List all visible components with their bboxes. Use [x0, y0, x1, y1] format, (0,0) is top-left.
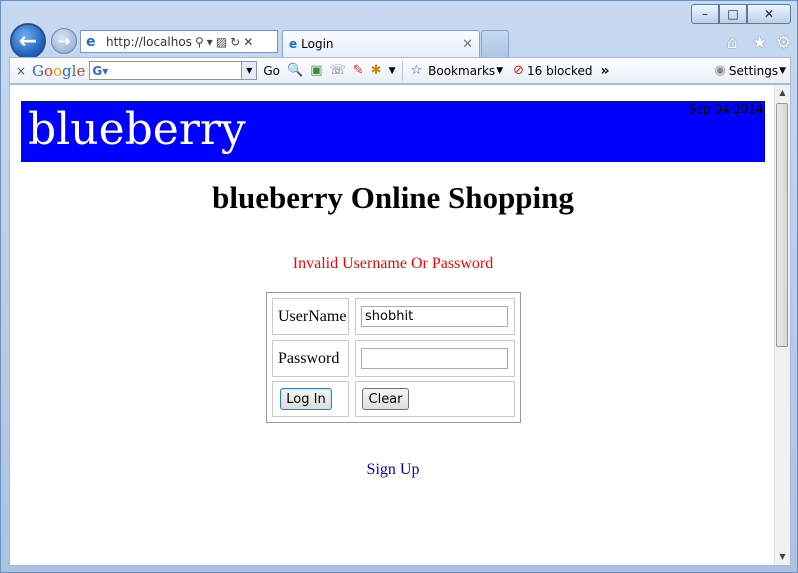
- password-input[interactable]: [361, 348, 508, 369]
- signup-link-text[interactable]: Sign Up: [367, 461, 420, 478]
- ie-page-icon: e: [86, 33, 96, 50]
- site-header-banner: blueberry Sep 04 2014: [21, 101, 765, 162]
- go-button[interactable]: Go: [263, 64, 280, 78]
- toolbar-close-icon[interactable]: ×: [10, 64, 32, 78]
- password-label-cell: Password: [272, 340, 349, 377]
- chevron-down-icon[interactable]: ▼: [389, 66, 396, 76]
- tools-gear-icon[interactable]: ⚙: [776, 33, 791, 53]
- chevron-down-icon[interactable]: ▼: [241, 62, 257, 79]
- page-viewport: blueberry Sep 04 2014 blueberry Online S…: [9, 84, 791, 566]
- tab-title: Login: [301, 37, 334, 51]
- forward-button[interactable]: →: [51, 28, 77, 54]
- favorites-star-icon[interactable]: ★: [752, 33, 767, 53]
- new-tab-button[interactable]: [481, 30, 509, 57]
- settings-icon: ◉: [714, 63, 726, 78]
- back-arrow-icon: ←: [18, 28, 38, 54]
- password-input-cell: [355, 340, 515, 377]
- bookmark-star-icon[interactable]: ☆: [410, 63, 422, 78]
- error-message: Invalid Username Or Password: [292, 255, 494, 272]
- header-date: Sep 04 2014: [688, 101, 763, 117]
- google-g-icon: G▾: [92, 63, 109, 78]
- password-label: Password: [278, 349, 340, 367]
- home-icon[interactable]: ⌂: [727, 33, 738, 53]
- more-tools-button[interactable]: »: [601, 63, 610, 79]
- login-button[interactable]: Log In: [280, 388, 332, 410]
- google-search-input[interactable]: G▾ ▼: [89, 61, 258, 80]
- username-input[interactable]: shobhit: [361, 306, 508, 327]
- chevron-down-icon[interactable]: ▼: [779, 66, 786, 76]
- puzzle-icon[interactable]: ✱: [371, 63, 382, 78]
- forward-arrow-icon: →: [57, 32, 71, 50]
- login-button-cell: Log In: [272, 381, 349, 417]
- refresh-icon[interactable]: ↻: [230, 35, 240, 49]
- maximize-button[interactable]: □: [719, 4, 747, 24]
- highlight-icon[interactable]: ✎: [353, 63, 364, 78]
- chevron-down-icon[interactable]: ▼: [496, 66, 503, 76]
- dropdown-arrow-icon[interactable]: ▾: [207, 35, 213, 49]
- minimize-button[interactable]: –: [691, 4, 719, 24]
- scroll-up-icon[interactable]: ▲: [775, 85, 790, 101]
- close-tab-icon[interactable]: ✕: [462, 37, 473, 52]
- settings-button[interactable]: Settings: [729, 64, 778, 78]
- username-input-cell: shobhit: [355, 298, 515, 335]
- username-label: UserName: [278, 307, 347, 325]
- site-brand: blueberry: [28, 104, 246, 155]
- browser-window: – □ ✕ ← → e http://localhost: ⚲ ▾ ▨ ↻ ✕ …: [0, 0, 798, 573]
- address-bar[interactable]: e http://localhost: ⚲ ▾ ▨ ↻ ✕: [80, 30, 278, 53]
- vertical-scrollbar[interactable]: ▲ ▼: [774, 85, 790, 565]
- stop-icon[interactable]: ✕: [243, 35, 253, 49]
- ie-tab-icon: e: [289, 37, 298, 51]
- clear-button-cell: Clear: [355, 381, 515, 417]
- toolbar-divider: [402, 60, 404, 81]
- image-icon[interactable]: ▣: [310, 63, 322, 78]
- page-title: blueberry Online Shopping: [212, 180, 574, 215]
- login-form: UserName shobhit Password Log In Clear: [266, 292, 521, 423]
- tab-login[interactable]: e Login ✕: [282, 30, 480, 57]
- compatibility-icon[interactable]: ▨: [216, 35, 227, 49]
- signup-link[interactable]: Sign Up: [10, 461, 776, 479]
- back-button[interactable]: ←: [10, 23, 46, 59]
- google-toolbar: × Google G▾ ▼ Go 🔍 ▣ ☏ ✎ ✱ ▼ ☆ Bookmarks…: [9, 57, 791, 84]
- magnifier-icon[interactable]: 🔍: [287, 63, 303, 78]
- clear-button[interactable]: Clear: [362, 388, 409, 410]
- translate-icon[interactable]: ☏: [329, 63, 345, 78]
- popup-blocker-icon: ⊘: [513, 63, 525, 78]
- bookmarks-button[interactable]: Bookmarks: [428, 64, 495, 78]
- username-label-cell: UserName: [272, 298, 349, 335]
- popups-blocked-button[interactable]: 16 blocked: [527, 64, 593, 78]
- search-icon[interactable]: ⚲: [195, 35, 204, 49]
- scrollbar-thumb[interactable]: [776, 103, 788, 347]
- close-window-button[interactable]: ✕: [747, 4, 791, 24]
- google-logo: Google: [32, 61, 86, 80]
- scroll-down-icon[interactable]: ▼: [775, 549, 790, 565]
- address-url[interactable]: http://localhost:: [106, 35, 192, 49]
